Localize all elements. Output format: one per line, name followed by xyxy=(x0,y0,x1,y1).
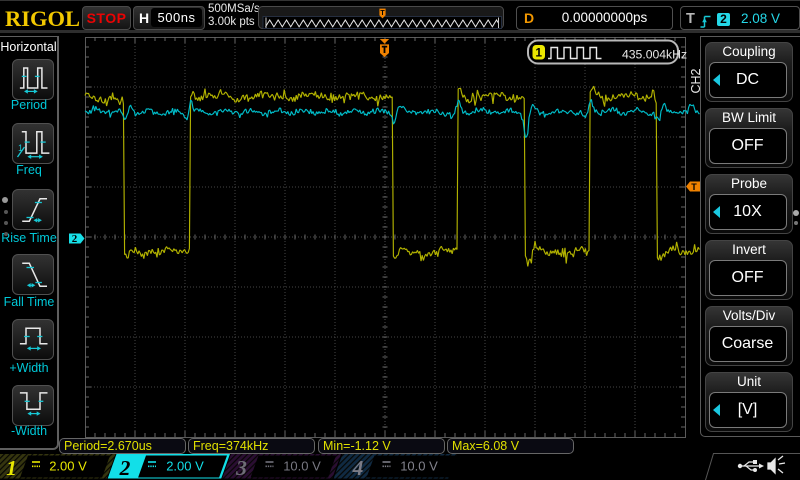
svg-text:4: 4 xyxy=(352,456,364,480)
svg-text:10.0 V: 10.0 V xyxy=(400,458,438,473)
svg-text:2: 2 xyxy=(119,456,131,480)
svg-text:T: T xyxy=(380,10,385,17)
svg-text:2.00 V: 2.00 V xyxy=(166,458,204,473)
svg-text:2: 2 xyxy=(72,233,78,245)
svg-text:3: 3 xyxy=(235,456,247,480)
svg-text:1: 1 xyxy=(535,45,542,59)
svg-text:2.00 V: 2.00 V xyxy=(49,458,87,473)
svg-text:1: 1 xyxy=(6,456,17,480)
svg-text:10.0 V: 10.0 V xyxy=(283,458,321,473)
svg-text:435.004kHz: 435.004kHz xyxy=(622,47,687,61)
svg-text:T: T xyxy=(691,182,697,192)
